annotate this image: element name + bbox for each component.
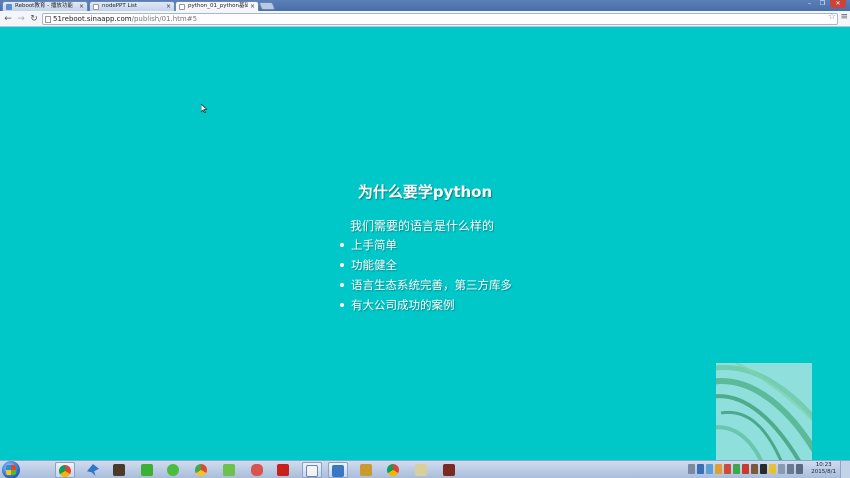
clock-date: 2015/8/1: [811, 469, 836, 475]
windows-logo-icon: [6, 465, 16, 475]
tray-app-icon[interactable]: [751, 464, 758, 474]
url-host: 51reboot.sinaapp.com: [53, 15, 132, 23]
tray-app-icon[interactable]: [742, 464, 749, 474]
tray-app-icon[interactable]: [706, 464, 713, 474]
tab-title: python_01_python基础: [188, 3, 248, 9]
tab-nodeppt-list[interactable]: nodePPT List ×: [89, 1, 175, 11]
chrome-icon: [387, 464, 399, 476]
taskbar-chrome[interactable]: [55, 462, 75, 478]
new-tab-button[interactable]: [258, 2, 276, 10]
clock-time: 10:23: [815, 462, 832, 468]
video-app-icon: [443, 464, 455, 476]
address-bar[interactable]: 51reboot.sinaapp.com/publish/01.htm#5: [42, 13, 838, 25]
start-button[interactable]: [2, 461, 20, 478]
tray-flag-icon[interactable]: [778, 464, 785, 474]
window-icon: [332, 465, 344, 477]
tab-title: Reboot教育 - 播放功能: [15, 3, 73, 9]
taskbar-notes[interactable]: [412, 462, 432, 478]
system-tray: [688, 464, 803, 474]
restore-icon[interactable]: ❐: [817, 0, 828, 8]
window-controls: – ❐ ✕: [804, 0, 846, 8]
slide-title: 为什么要学python: [357, 183, 493, 201]
chrome-alt-icon: [195, 464, 207, 476]
url-path: /publish/01.htm#5: [131, 15, 198, 23]
tray-app-icon[interactable]: [715, 464, 722, 474]
taskbar-pdf[interactable]: [274, 462, 294, 478]
taskbar-green-app[interactable]: [220, 462, 240, 478]
media-icon: [113, 464, 125, 476]
tray-keyboard-icon[interactable]: [688, 464, 695, 474]
windows-taskbar: 10:23 2015/8/1: [0, 460, 850, 478]
tab-strip: Reboot教育 - 播放功能 × nodePPT List × python_…: [0, 0, 850, 11]
taskbar-media-app[interactable]: [110, 462, 130, 478]
slide-subtitle: 我们需要的语言是什么样的: [350, 219, 495, 233]
document-icon: [306, 465, 318, 477]
page-icon: [45, 16, 51, 23]
forward-arrow-icon[interactable]: →: [15, 13, 27, 25]
green-app-icon: [223, 464, 235, 476]
archive-icon: [360, 464, 372, 476]
back-arrow-icon[interactable]: ←: [2, 13, 14, 25]
resize-grip-icon: ⋰: [841, 450, 847, 457]
360-browser-icon: [167, 464, 179, 476]
tab-title: nodePPT List: [102, 3, 138, 9]
tab-close-icon[interactable]: ×: [250, 2, 255, 11]
tray-app-icon[interactable]: [733, 464, 740, 474]
taskbar-360-browser[interactable]: [164, 462, 184, 478]
slide-viewport: 为什么要学python 我们需要的语言是什么样的 上手简单 功能健全 语言生态系…: [0, 27, 850, 460]
taskbar-window[interactable]: [328, 462, 348, 478]
tray-app-icon[interactable]: [724, 464, 731, 474]
minimize-icon[interactable]: –: [804, 0, 815, 8]
bullet-item: 语言生态系统完善，第三方库多: [340, 275, 512, 295]
browser-toolbar: ← → ↻ 51reboot.sinaapp.com/publish/01.ht…: [0, 11, 850, 27]
mouse-cursor-icon: [201, 104, 207, 113]
tab-python-01[interactable]: python_01_python基础 ×: [175, 1, 259, 11]
tray-volume-icon[interactable]: [796, 464, 803, 474]
reboot-favicon-icon: [6, 4, 12, 10]
taskbar-iqiyi[interactable]: [138, 462, 158, 478]
page-favicon-icon: [179, 4, 185, 10]
close-window-icon[interactable]: ✕: [830, 0, 846, 8]
bullet-item: 上手简单: [340, 235, 512, 255]
slide-bullet-list: 上手简单 功能健全 语言生态系统完善，第三方库多 有大公司成功的案例: [340, 235, 512, 315]
reload-icon[interactable]: ↻: [28, 13, 40, 25]
tab-close-icon[interactable]: ×: [79, 2, 84, 11]
taskbar-archive[interactable]: [357, 462, 377, 478]
decorative-swirl-image: [716, 363, 812, 460]
menu-icon[interactable]: ≡: [840, 12, 848, 22]
taskbar-chrome-alt[interactable]: [192, 462, 212, 478]
tray-monitor-icon[interactable]: [787, 464, 794, 474]
taskbar-bird-app[interactable]: [84, 462, 104, 478]
page-favicon-icon: [93, 4, 99, 10]
bullet-item: 有大公司成功的案例: [340, 295, 512, 315]
tab-close-icon[interactable]: ×: [166, 2, 171, 11]
game-icon: [251, 464, 263, 476]
taskbar-clock[interactable]: 10:23 2015/8/1: [811, 462, 836, 476]
chrome-icon: [59, 465, 71, 477]
bookmark-star-icon[interactable]: ☆: [828, 12, 836, 22]
notes-icon: [415, 464, 427, 476]
tray-app-icon[interactable]: [760, 464, 767, 474]
taskbar-video-app[interactable]: [440, 462, 460, 478]
iqiyi-icon: [141, 464, 153, 476]
taskbar-chrome-2[interactable]: [384, 462, 404, 478]
taskbar-document[interactable]: [302, 462, 322, 478]
show-desktop-button[interactable]: [840, 461, 850, 478]
tab-reboot[interactable]: Reboot教育 - 播放功能 ×: [2, 1, 88, 11]
bird-icon: [87, 464, 99, 476]
bullet-item: 功能健全: [340, 255, 512, 275]
pdf-icon: [277, 464, 289, 476]
tray-app-icon[interactable]: [769, 464, 776, 474]
taskbar-game[interactable]: [248, 462, 268, 478]
tray-network-icon[interactable]: [697, 464, 704, 474]
